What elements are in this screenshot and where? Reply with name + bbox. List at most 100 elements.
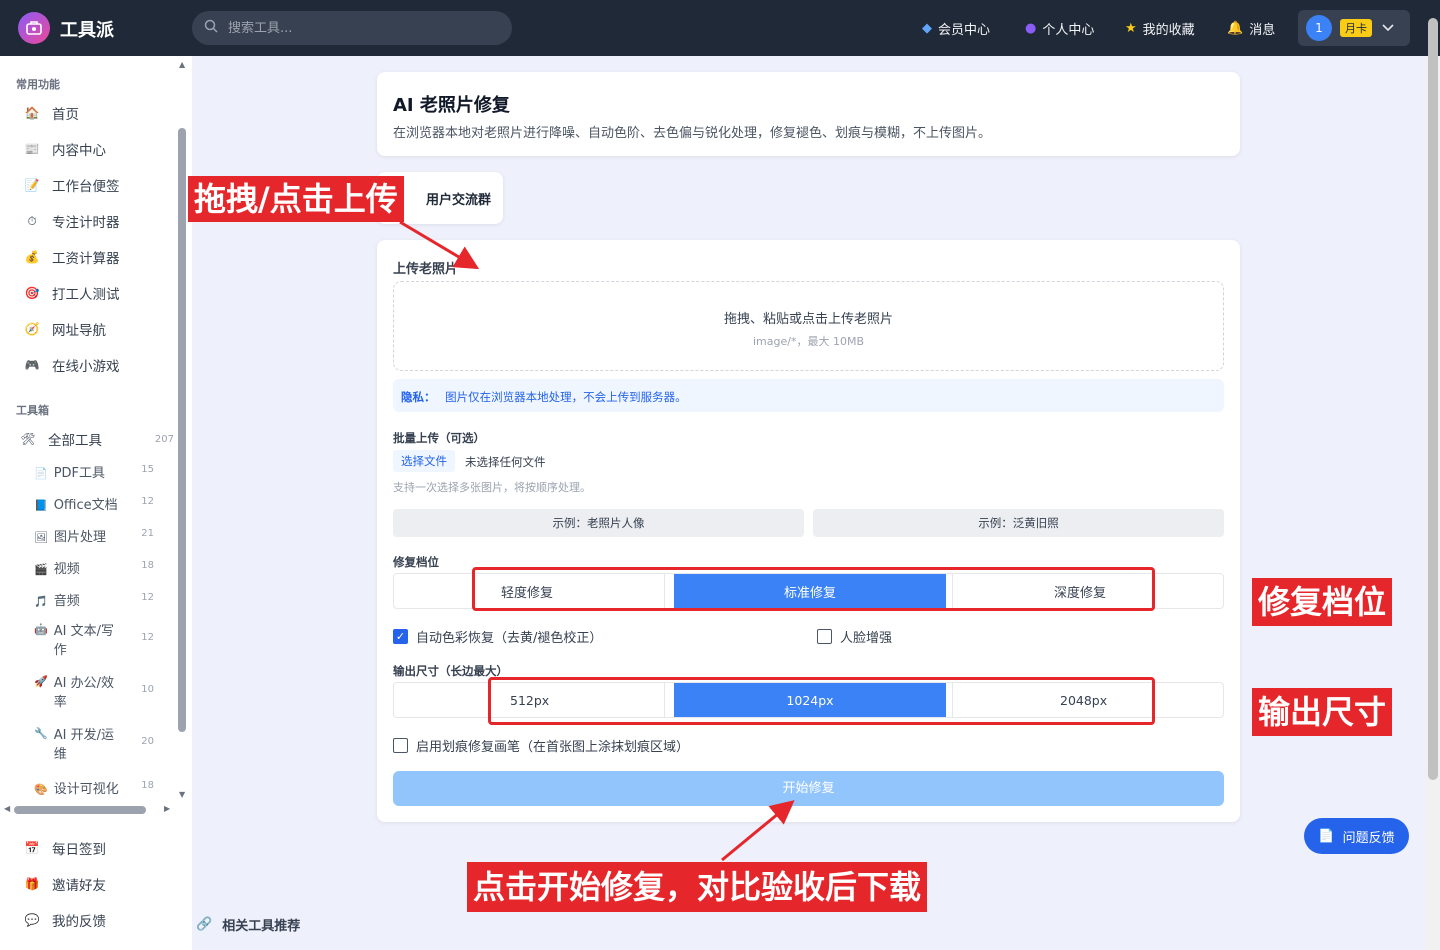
annotation-size: 输出尺寸 [1252,688,1393,736]
tool-icon: 📄 [34,467,48,480]
search-input[interactable] [228,20,478,36]
sidebar-bottom-item[interactable]: 📅 每日签到 [24,837,106,859]
sidebar-tool-item[interactable]: 🖼 图片处理 21 [34,526,158,545]
window-scroll-thumb[interactable] [1428,18,1438,780]
scratch-brush-label: 启用划痕修复画笔（在首张图上涂抹划痕区域） [416,740,690,755]
example-portrait-button[interactable]: 示例：老照片人像 [393,509,804,537]
sidebar-item[interactable]: 🎮 在线小游戏 [24,354,120,376]
feedback-button[interactable]: 📄 问题反馈 [1304,818,1409,854]
tool-label: 设计可视化 [53,782,119,797]
choose-file-button[interactable]: 选择文件 [393,450,455,472]
upload-label: 上传老照片 [393,262,459,277]
size-highlight-box [488,677,1155,725]
sidebar-item[interactable]: 📝 工作台便签 [24,174,120,196]
tool-count: 12 [141,496,154,507]
scroll-down-icon[interactable]: ▼ [179,790,185,799]
tool-label: 图片处理 [53,530,106,545]
tool-label: 视频 [53,562,80,577]
sidebar-item-label: 我的反馈 [52,914,106,930]
tool-count: 207 [154,433,174,445]
top-bar: 工具派 ◆ 会员中心 ● 个人中心 ★ 我的收藏 🔔 消息 1 月卡 [0,0,1440,56]
sidebar-item-label: 打工人测试 [52,287,120,303]
sidebar-item[interactable]: 🏠 首页 [24,102,79,124]
search-box[interactable] [192,11,512,45]
sidebar-tool-item[interactable]: 🤖 AI 文本/写作 12 [34,622,158,660]
auto-color-checkbox[interactable]: ✓ 自动色彩恢复（去黄/褪色校正） [393,627,602,646]
tool-label: AI 文本/写作 [53,624,114,658]
sidebar-item-label: 网址导航 [52,323,106,339]
sidebar-item[interactable]: 📰 内容中心 [24,138,106,160]
tool-icon: 🎵 [34,595,48,608]
common-section-title: 常用功能 [16,78,60,91]
nav-icon: 💬 [24,913,40,927]
tool-icon: 🔧 [34,727,48,740]
tool-label: PDF工具 [53,466,106,481]
batch-hint: 支持一次选择多张图片，将按顺序处理。 [393,481,591,494]
sidebar-item-all-tools[interactable]: 🛠 全部工具 207 [20,428,174,450]
nav-icon: 📅 [24,841,40,855]
tool-count: 12 [141,592,154,603]
checkbox-empty-icon [817,629,832,644]
sidebar-bottom-item[interactable]: 🎁 邀请好友 [24,873,106,895]
messages-link[interactable]: 🔔 消息 [1227,0,1275,56]
sidebar-h-scrollbar[interactable] [14,806,146,814]
search-icon [204,19,218,37]
tool-label: AI 开发/运维 [53,728,114,762]
scroll-up-icon[interactable]: ▲ [179,60,185,69]
sidebar-tool-item[interactable]: 🔧 AI 开发/运维 20 [34,726,158,764]
bell-icon: 🔔 [1227,20,1244,36]
sidebar-scrollbar[interactable] [178,128,186,732]
diamond-icon: ◆ [922,20,932,36]
sidebar-item[interactable]: 💰 工资计算器 [24,246,120,268]
app-logo-icon[interactable] [18,12,50,44]
example-yellowed-button[interactable]: 示例：泛黄旧照 [813,509,1224,537]
favorites-link[interactable]: ★ 我的收藏 [1125,0,1195,56]
scroll-left-icon[interactable]: ◀ [4,804,10,813]
app-name[interactable]: 工具派 [60,16,114,42]
sidebar-item[interactable]: ⏱ 专注计时器 [24,210,119,232]
sidebar-item-label: 在线小游戏 [52,359,120,375]
member-center-link[interactable]: ◆ 会员中心 [922,0,990,56]
no-file-text: 未选择任何文件 [465,455,546,469]
nav-icon: 🎁 [24,877,40,891]
batch-label: 批量上传（可选） [393,431,485,445]
tool-count: 18 [141,780,154,791]
sidebar-tool-item[interactable]: 📄 PDF工具 15 [34,462,158,481]
sidebar-tool-item[interactable]: 📘 Office文档 12 [34,494,158,513]
start-repair-button[interactable]: 开始修复 [393,771,1224,806]
upload-hint: image/*，最大 10MB [753,335,864,348]
face-enhance-checkbox[interactable]: 人脸增强 [817,627,892,646]
sidebar-item-label: 内容中心 [52,143,106,159]
sidebar-item-label: 首页 [52,107,79,123]
nav-icon: 📰 [24,142,40,156]
level-highlight-box [472,567,1155,611]
nav-icon: ⏱ [27,213,37,228]
sidebar-tool-item[interactable]: 🎬 视频 18 [34,558,158,577]
tool-count: 10 [141,684,154,695]
toolbox-section-title: 工具箱 [16,404,49,417]
sidebar-tool-item[interactable]: 🎨 设计可视化 18 [34,778,158,797]
privacy-text: 图片仅在浏览器本地处理，不会上传到服务器。 [445,390,687,404]
sidebar-item-label: 每日签到 [52,842,106,858]
sidebar-bottom-item[interactable]: 💬 我的反馈 [24,909,106,931]
sidebar-item-label: 工资计算器 [52,251,120,267]
sidebar-item[interactable]: 🎯 打工人测试 [24,282,120,304]
personal-center-label: 个人中心 [1042,22,1095,38]
annotation-upload: 拖拽/点击上传 [188,176,404,222]
sidebar-tool-item[interactable]: 🎵 音频 12 [34,590,158,609]
favorites-label: 我的收藏 [1142,22,1195,38]
tool-count: 15 [141,464,154,475]
scratch-brush-checkbox[interactable]: 启用划痕修复画笔（在首张图上涂抹划痕区域） [393,736,689,755]
sidebar-tool-item[interactable]: 🚀 AI 办公/效率 10 [34,674,158,712]
tool-label: Office文档 [53,498,118,513]
upload-dropzone[interactable]: 拖拽、粘贴或点击上传老照片 image/*，最大 10MB [393,281,1224,371]
sidebar-item[interactable]: 🧭 网址导航 [24,318,106,340]
tool-count: 20 [141,736,154,747]
upload-main-text: 拖拽、粘贴或点击上传老照片 [723,312,893,327]
star-icon: ★ [1125,20,1137,36]
scroll-right-icon[interactable]: ▶ [164,804,170,813]
privacy-notice: 隐私： 图片仅在浏览器本地处理，不会上传到服务器。 [393,379,1224,412]
personal-center-link[interactable]: ● 个人中心 [1025,0,1094,56]
user-menu[interactable]: 1 月卡 [1298,10,1410,46]
vip-badge: 月卡 [1340,19,1372,37]
